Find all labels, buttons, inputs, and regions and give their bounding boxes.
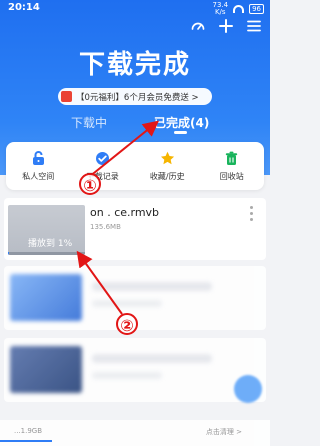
blurred-file-item[interactable] [4, 338, 266, 402]
star-icon [159, 150, 176, 167]
promo-banner[interactable]: 【0元福利】6个月会员免费送 > [58, 88, 212, 105]
file-name[interactable]: on . ce.rmvb [90, 206, 159, 219]
status-time: 20:14 [8, 2, 40, 13]
wifi-icon [233, 5, 245, 13]
storage-bar: ...1.9GB 点击清理 > [0, 420, 270, 446]
more-dot [250, 212, 253, 215]
quick-action-label: 下载记录 [86, 172, 119, 181]
menu-icon[interactable] [246, 18, 262, 34]
blurred-thumbnail [10, 274, 82, 321]
play-progress-fill [8, 252, 9, 255]
blurred-subtitle [92, 372, 162, 379]
quick-action-label: 回收站 [219, 172, 244, 181]
more-dot [250, 218, 253, 221]
active-tab-indicator [174, 131, 187, 134]
storage-progress-line [0, 440, 52, 442]
blurred-title [92, 282, 212, 291]
quick-action-recycle-bin[interactable]: 回收站 [202, 144, 262, 188]
quick-action-favorites-history[interactable]: 收藏/历史 [137, 144, 197, 188]
blurred-file-item[interactable] [4, 266, 266, 330]
trash-icon [223, 150, 240, 167]
tab-completed[interactable]: 已完成(4) [154, 114, 209, 131]
status-bar: 20:14 73.4 K/s 96 [0, 0, 270, 18]
check-badge-icon [94, 150, 111, 167]
clean-link[interactable]: 点击清理 > [206, 427, 242, 437]
quick-action-label: 私人空间 [22, 172, 55, 181]
network-speed-unit: K/s [214, 8, 226, 16]
completed-file-item[interactable]: 播放到 1% on . ce.rmvb 135.6MB [4, 198, 266, 260]
file-size: 135.6MB [90, 223, 121, 231]
quick-actions-card: 私人空间 下载记录 收藏/历史 回收站 [6, 142, 264, 190]
status-icons: 73.4 K/s 96 [212, 2, 264, 16]
blurred-subtitle [92, 300, 162, 307]
file-thumbnail[interactable]: 播放到 1% [8, 205, 85, 255]
play-progress-bar [8, 252, 85, 255]
quick-action-label: 收藏/历史 [149, 172, 185, 181]
top-actions [190, 18, 262, 34]
more-options-icon[interactable] [250, 206, 254, 221]
lock-icon [30, 150, 47, 167]
speedometer-icon[interactable] [190, 18, 206, 34]
gift-icon [61, 91, 72, 102]
page-title: 下载完成 [78, 50, 191, 80]
network-speed: 73.4 K/s [212, 2, 228, 16]
battery-icon: 96 [249, 4, 264, 14]
quick-action-download-history[interactable]: 下载记录 [73, 144, 133, 188]
play-progress-label: 播放到 1% [28, 239, 73, 249]
tab-downloading[interactable]: 下载中 [71, 114, 107, 131]
promo-text: 【0元福利】6个月会员免费送 > [76, 92, 199, 103]
more-dot [250, 206, 253, 209]
blurred-thumbnail [10, 346, 82, 393]
quick-action-private-space[interactable]: 私人空间 [8, 144, 68, 188]
download-tabs: 下载中 已完成(4) [0, 114, 270, 138]
blurred-title [92, 354, 212, 363]
plus-icon[interactable] [218, 18, 234, 34]
storage-text: ...1.9GB [14, 427, 43, 435]
floating-action-button[interactable] [234, 375, 262, 403]
